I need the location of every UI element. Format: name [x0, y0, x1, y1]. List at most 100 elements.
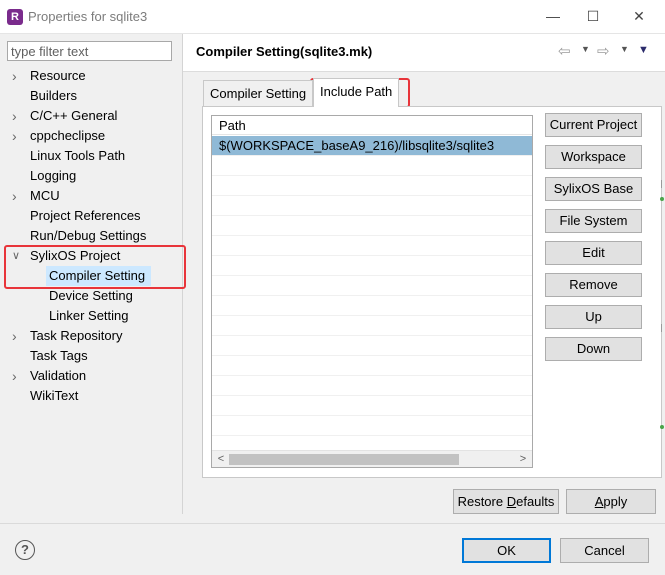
pane-divider[interactable]	[182, 34, 183, 514]
chevron-down-icon[interactable]: ∨	[12, 246, 24, 266]
path-column-header[interactable]: Path	[212, 116, 532, 135]
empty-row	[212, 216, 532, 236]
chevron-right-icon[interactable]: ›	[12, 126, 24, 146]
chevron-right-icon[interactable]: ›	[12, 186, 24, 206]
sylixos-base-button[interactable]: SylixOS Base	[545, 177, 642, 201]
tree-item-label: Compiler Setting	[46, 266, 152, 286]
tree-item[interactable]: › cppcheclipse	[0, 126, 182, 146]
forward-arrow-icon[interactable]: ⇨	[597, 42, 610, 60]
tree-item-label: Linux Tools Path	[30, 148, 126, 163]
cancel-button[interactable]: Cancel	[560, 538, 649, 563]
scroll-left-icon[interactable]: <	[214, 451, 228, 467]
tree-item[interactable]: Logging	[0, 166, 182, 186]
empty-row	[212, 156, 532, 176]
edge-dot	[660, 197, 664, 201]
tree-item-label: cppcheclipse	[30, 128, 106, 143]
scroll-right-icon[interactable]: >	[516, 451, 530, 467]
tree-item[interactable]: › Validation	[0, 366, 182, 386]
empty-row	[212, 396, 532, 416]
tab-compiler-setting[interactable]: Compiler Setting	[203, 80, 314, 106]
tree-item-label: Logging	[30, 168, 77, 183]
tree-item[interactable]: › Task Repository	[0, 326, 182, 346]
chevron-right-icon[interactable]: ›	[12, 366, 24, 386]
edge-mark	[661, 324, 665, 332]
current-project-button[interactable]: Current Project	[545, 113, 642, 137]
tree-item-label: WikiText	[30, 388, 79, 403]
edge-dot	[660, 425, 664, 429]
empty-row	[212, 196, 532, 216]
tab-include-path[interactable]: Include Path	[313, 78, 400, 107]
view-menu-icon[interactable]: ▼	[638, 44, 649, 56]
down-button[interactable]: Down	[545, 337, 642, 361]
tree-item-label: Device Setting	[49, 288, 133, 303]
tree-item-label: C/C++ General	[30, 108, 118, 123]
file-system-button[interactable]: File System	[545, 209, 642, 233]
chevron-right-icon[interactable]: ›	[12, 106, 24, 126]
empty-row	[212, 336, 532, 356]
empty-row	[212, 376, 532, 396]
tree-item[interactable]: › MCU	[0, 186, 182, 206]
help-icon[interactable]: ?	[15, 540, 35, 560]
tree-item[interactable]: Linux Tools Path	[0, 146, 182, 166]
tree-item[interactable]: Compiler Setting	[0, 266, 182, 286]
remove-button[interactable]: Remove	[545, 273, 642, 297]
tree-item-label: MCU	[30, 188, 60, 203]
empty-row	[212, 256, 532, 276]
tree-item-label: SylixOS Project	[30, 248, 121, 263]
tree-item-label: Project References	[30, 208, 141, 223]
back-dropdown-icon[interactable]: ▼	[581, 44, 590, 54]
apply-button[interactable]: Apply	[566, 489, 656, 514]
tree-item[interactable]: ∨ SylixOS Project	[0, 246, 182, 266]
scroll-thumb[interactable]	[229, 454, 459, 465]
ok-button[interactable]: OK	[462, 538, 551, 563]
tree-item-label: Resource	[30, 68, 86, 83]
tree-item-label: Task Tags	[30, 348, 88, 363]
tree-item[interactable]: Builders	[0, 86, 182, 106]
tree-item[interactable]: WikiText	[0, 386, 182, 406]
button-label: efaults	[516, 494, 555, 509]
tree-item[interactable]: › Resource	[0, 66, 182, 86]
tree-item[interactable]: › C/C++ General	[0, 106, 182, 126]
tree-item-label: Task Repository	[30, 328, 123, 343]
horizontal-scrollbar[interactable]: < >	[212, 450, 532, 467]
empty-row	[212, 236, 532, 256]
title-bar: R Properties for sqlite3 — ☐ ✕	[0, 0, 665, 34]
maximize-button[interactable]: ☐	[580, 5, 606, 27]
tree-item[interactable]: Run/Debug Settings	[0, 226, 182, 246]
empty-row	[212, 316, 532, 336]
close-button[interactable]: ✕	[626, 5, 652, 27]
workspace-button[interactable]: Workspace	[545, 145, 642, 169]
tree-item[interactable]: Device Setting	[0, 286, 182, 306]
forward-dropdown-icon[interactable]: ▼	[620, 44, 629, 54]
empty-row	[212, 356, 532, 376]
filter-input[interactable]	[7, 41, 172, 61]
tree-item[interactable]: Task Tags	[0, 346, 182, 366]
bottom-separator	[0, 523, 665, 524]
minimize-button[interactable]: —	[540, 5, 566, 27]
tree-item[interactable]: Linker Setting	[0, 306, 182, 326]
mnemonic-letter: D	[506, 494, 517, 509]
page-title: Compiler Setting(sqlite3.mk)	[196, 44, 373, 59]
chevron-right-icon[interactable]: ›	[12, 66, 24, 86]
chevron-right-icon[interactable]: ›	[12, 326, 24, 346]
tree-item[interactable]: Project References	[0, 206, 182, 226]
tree-item-label: Validation	[30, 368, 87, 383]
up-button[interactable]: Up	[545, 305, 642, 329]
app-icon: R	[7, 9, 23, 25]
empty-row	[212, 176, 532, 196]
empty-row	[212, 296, 532, 316]
empty-row	[212, 416, 532, 436]
restore-defaults-button[interactable]: Restore Defaults	[453, 489, 559, 514]
page-header: Compiler Setting(sqlite3.mk) ⇦ ▼ ⇨ ▼ ▼	[183, 34, 665, 72]
edit-button[interactable]: Edit	[545, 241, 642, 265]
table-row[interactable]: $(WORKSPACE_baseA9_216)/libsqlite3/sqlit…	[212, 136, 532, 156]
window-title: Properties for sqlite3	[28, 9, 148, 24]
tree-item-label: Linker Setting	[49, 308, 129, 323]
tree-item-label: Builders	[30, 88, 77, 103]
edge-mark	[661, 180, 665, 188]
tree-item-label: Run/Debug Settings	[30, 228, 147, 243]
button-label: pply	[603, 494, 628, 509]
path-table: Path $(WORKSPACE_baseA9_216)/libsqlite3/…	[211, 115, 533, 468]
empty-row	[212, 276, 532, 296]
back-arrow-icon[interactable]: ⇦	[558, 42, 571, 60]
